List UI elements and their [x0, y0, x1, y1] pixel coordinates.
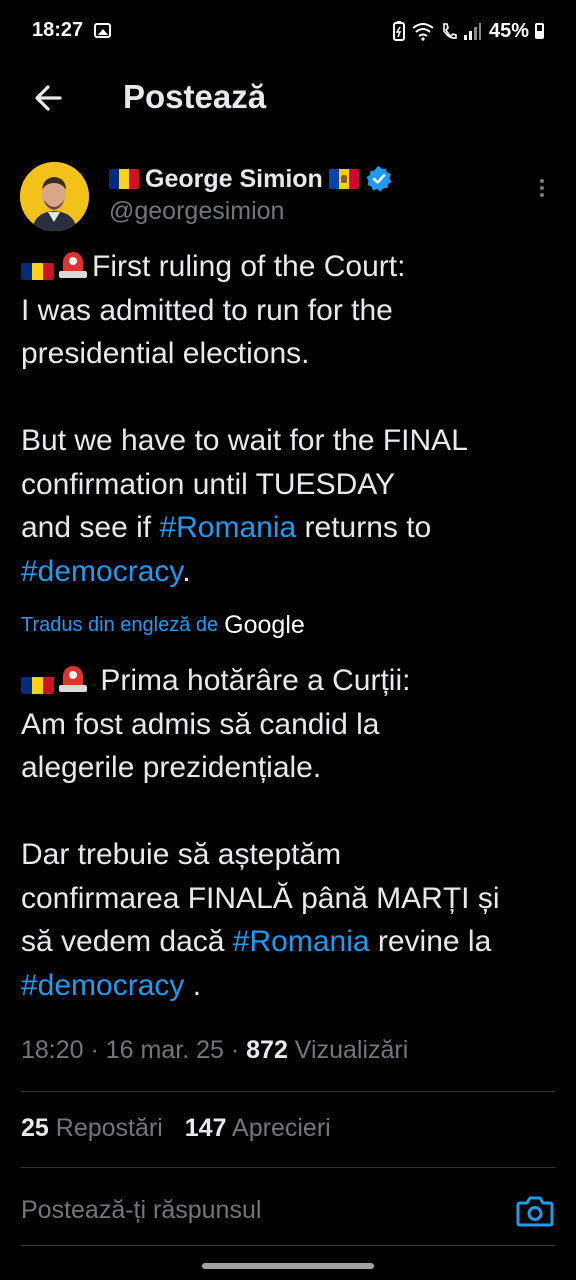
view-label: Vizualizări — [287, 1036, 409, 1064]
view-count: 872 — [246, 1036, 288, 1064]
like-count: 147 — [184, 1114, 227, 1142]
avatar[interactable] — [20, 162, 89, 231]
meta-separator: · — [83, 1036, 106, 1064]
post-line: să vedem dacă #Romania revine la — [21, 920, 561, 964]
more-dot — [540, 186, 544, 190]
signal-icon — [464, 23, 481, 40]
post-line: But we have to wait for the FINAL — [21, 424, 468, 457]
post-line: and see if #Romania returns to — [21, 506, 561, 550]
home-indicator[interactable] — [202, 1263, 374, 1269]
siren-icon — [56, 250, 90, 280]
post-text: and see if — [21, 511, 160, 544]
post-line: confirmarea FINALĂ până MARȚI și — [21, 881, 500, 915]
google-logo: Google — [224, 611, 305, 639]
post-text-translated: Prima hotărâre a Curții: Am fost admis s… — [21, 659, 561, 1007]
more-dot — [540, 193, 544, 197]
gallery-icon — [94, 23, 111, 38]
status-time: 18:27 — [32, 19, 84, 41]
author-name: George Simion — [145, 164, 323, 193]
post-text: . — [182, 554, 191, 588]
page-title: Postează — [123, 78, 267, 115]
translation-attribution[interactable]: Tradus din engleză de Google — [21, 611, 305, 640]
romania-flag-icon — [21, 670, 54, 694]
meta-separator: · — [223, 1036, 247, 1064]
system-icons: 45% — [393, 19, 545, 42]
post-line: presidential elections. — [21, 337, 310, 370]
battery-icon — [535, 23, 545, 39]
siren-icon — [56, 664, 90, 694]
divider — [21, 1167, 555, 1168]
post-line: First ruling of the Court: — [21, 245, 561, 289]
post-line: confirmation until TUESDAY — [21, 467, 396, 501]
back-button[interactable] — [30, 78, 70, 118]
post-line: I was admitted to run for the — [21, 293, 393, 327]
like-label: Aprecieri — [226, 1114, 331, 1142]
reply-input[interactable]: Postează-ți răspunsul — [21, 1196, 261, 1225]
divider — [21, 1091, 555, 1092]
camera-button[interactable] — [516, 1194, 554, 1228]
arrow-left-icon — [35, 85, 62, 111]
author-handle[interactable]: @georgesimion — [109, 197, 284, 226]
post-text: Prima hotărâre a Curții: — [92, 664, 411, 697]
repost-label: Repostări — [48, 1114, 163, 1142]
post-meta: 18:20 · 16 mar. 25 · 872 Vizualizări — [21, 1036, 408, 1065]
top-bar: Postează — [0, 62, 576, 134]
romania-flag-icon — [21, 256, 54, 280]
avatar-image — [20, 162, 89, 231]
post-line: Am fost admis să candid la — [21, 707, 380, 741]
more-options-button[interactable] — [530, 176, 554, 206]
romania-flag-icon — [109, 169, 139, 189]
hashtag-link[interactable]: #democracy — [21, 969, 184, 1002]
translation-label: Tradus din engleză de — [21, 614, 219, 636]
post-line: Dar trebuie să așteptăm — [21, 838, 342, 871]
reposts-stat[interactable]: 25 Repostări — [21, 1114, 163, 1143]
post-time: 18:20 — [21, 1036, 84, 1064]
post-line: #democracy. — [21, 550, 561, 594]
post-blank-line — [21, 790, 561, 834]
post-text: First ruling of the Court: — [92, 250, 406, 283]
hashtag-link[interactable]: #Romania — [233, 925, 370, 958]
divider — [21, 1245, 555, 1246]
hashtag-link[interactable]: #Romania — [159, 511, 296, 544]
post-text: să vedem dacă — [21, 925, 233, 958]
post-date: 16 mar. 25 — [105, 1036, 224, 1064]
wifi-call-icon — [443, 23, 457, 39]
post-line: alegerile prezidențiale. — [21, 751, 322, 784]
author-name-row[interactable]: George Simion — [109, 161, 393, 197]
repost-count: 25 — [21, 1114, 49, 1142]
post-stats: 25 Repostări 147 Aprecieri — [21, 1114, 331, 1143]
moldova-flag-icon — [328, 169, 359, 189]
post-text: revine la — [369, 925, 492, 958]
battery-saver-icon — [393, 21, 405, 41]
likes-stat[interactable]: 147 Aprecieri — [185, 1114, 331, 1143]
post-text: returns to — [296, 511, 432, 544]
post-line: Prima hotărâre a Curții: — [21, 659, 561, 703]
camera-icon — [516, 1196, 554, 1227]
hashtag-link[interactable]: #democracy — [21, 555, 182, 588]
post-blank-line — [21, 376, 561, 420]
post-text: . — [184, 968, 202, 1002]
verified-icon — [366, 166, 392, 192]
battery-percent: 45% — [489, 19, 530, 42]
status-bar: 18:27 45% — [0, 0, 576, 62]
wifi-icon — [412, 23, 434, 41]
more-dot — [540, 179, 544, 183]
post-text-original: First ruling of the Court: I was admitte… — [21, 245, 561, 593]
post-line: #democracy . — [21, 964, 561, 1008]
